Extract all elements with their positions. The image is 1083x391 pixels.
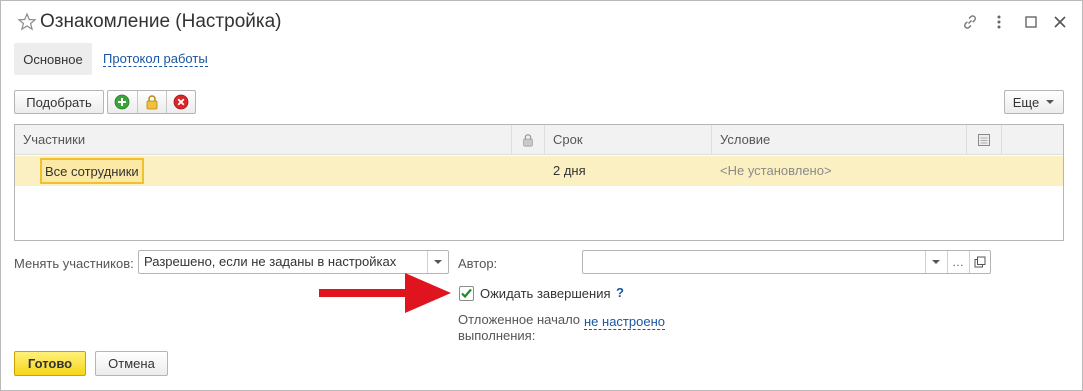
more-button-label: Еще — [1012, 94, 1040, 110]
cancel-button[interactable]: Отмена — [95, 351, 168, 376]
author-open-button[interactable] — [969, 251, 990, 273]
dialog-window: Ознакомление (Настройка) Основное Проток… — [0, 0, 1083, 391]
pick-button[interactable]: Подобрать — [14, 90, 104, 114]
column-header-participants[interactable]: Участники — [15, 125, 512, 155]
close-icon[interactable] — [1051, 13, 1069, 31]
tab-work-log[interactable]: Протокол работы — [103, 51, 208, 67]
condition-cell[interactable]: <Не установлено> — [712, 156, 832, 186]
ellipsis-icon: … — [952, 255, 964, 269]
wait-completion-checkbox[interactable] — [459, 286, 474, 301]
maximize-icon[interactable] — [1022, 13, 1040, 31]
deferred-start-label: Отложенное начало выполнения: — [458, 312, 580, 344]
checkmark-icon — [461, 288, 472, 299]
author-field[interactable]: … — [582, 250, 991, 274]
dropdown-button[interactable] — [427, 251, 448, 273]
lock-icon — [523, 134, 533, 147]
chevron-down-icon — [932, 260, 940, 264]
table-row[interactable]: Все сотрудники 2 дня <Не установлено> — [15, 156, 1063, 186]
author-dropdown-button[interactable] — [925, 251, 946, 273]
open-window-icon — [974, 256, 986, 268]
column-header-lock[interactable] — [512, 125, 545, 155]
add-button[interactable] — [108, 91, 137, 113]
add-icon — [114, 94, 130, 110]
document-icon — [978, 134, 990, 146]
help-icon[interactable]: ? — [616, 285, 624, 300]
star-icon[interactable] — [17, 12, 37, 32]
column-header-condition[interactable]: Условие — [712, 125, 967, 155]
author-select-button[interactable]: … — [947, 251, 968, 273]
more-button[interactable]: Еще — [1004, 90, 1064, 114]
done-button[interactable]: Готово — [14, 351, 86, 376]
deferred-start-label-line1: Отложенное начало — [458, 312, 581, 327]
lock-button[interactable] — [136, 91, 167, 113]
chevron-down-icon — [434, 260, 442, 264]
deferred-start-label-line2: выполнения: — [458, 328, 536, 343]
term-cell[interactable]: 2 дня — [545, 156, 586, 186]
participant-cell[interactable]: Все сотрудники — [40, 158, 144, 184]
deferred-start-link[interactable]: не настроено — [584, 314, 665, 330]
author-label: Автор: — [458, 256, 498, 271]
column-header-term[interactable]: Срок — [545, 125, 712, 155]
tab-main[interactable]: Основное — [14, 43, 92, 75]
change-participants-label: Менять участников: — [14, 256, 134, 271]
lock-icon — [146, 95, 158, 110]
participants-table[interactable]: Участники Срок Условие Все сотрудники 2 … — [14, 124, 1064, 241]
table-header: Участники Срок Условие — [15, 125, 1063, 155]
wait-completion-label[interactable]: Ожидать завершения — [480, 286, 611, 301]
chevron-down-icon — [1046, 100, 1055, 104]
delete-button[interactable] — [166, 91, 195, 113]
row-actions-group — [107, 90, 196, 114]
column-header-comment[interactable] — [967, 125, 1002, 155]
change-participants-value: Разрешено, если не заданы в настройках — [144, 254, 397, 269]
link-icon[interactable] — [961, 13, 979, 31]
more-menu-icon[interactable] — [990, 13, 1008, 31]
window-title: Ознакомление (Настройка) — [40, 11, 282, 32]
delete-icon — [173, 94, 189, 110]
annotation-arrow — [319, 273, 451, 313]
